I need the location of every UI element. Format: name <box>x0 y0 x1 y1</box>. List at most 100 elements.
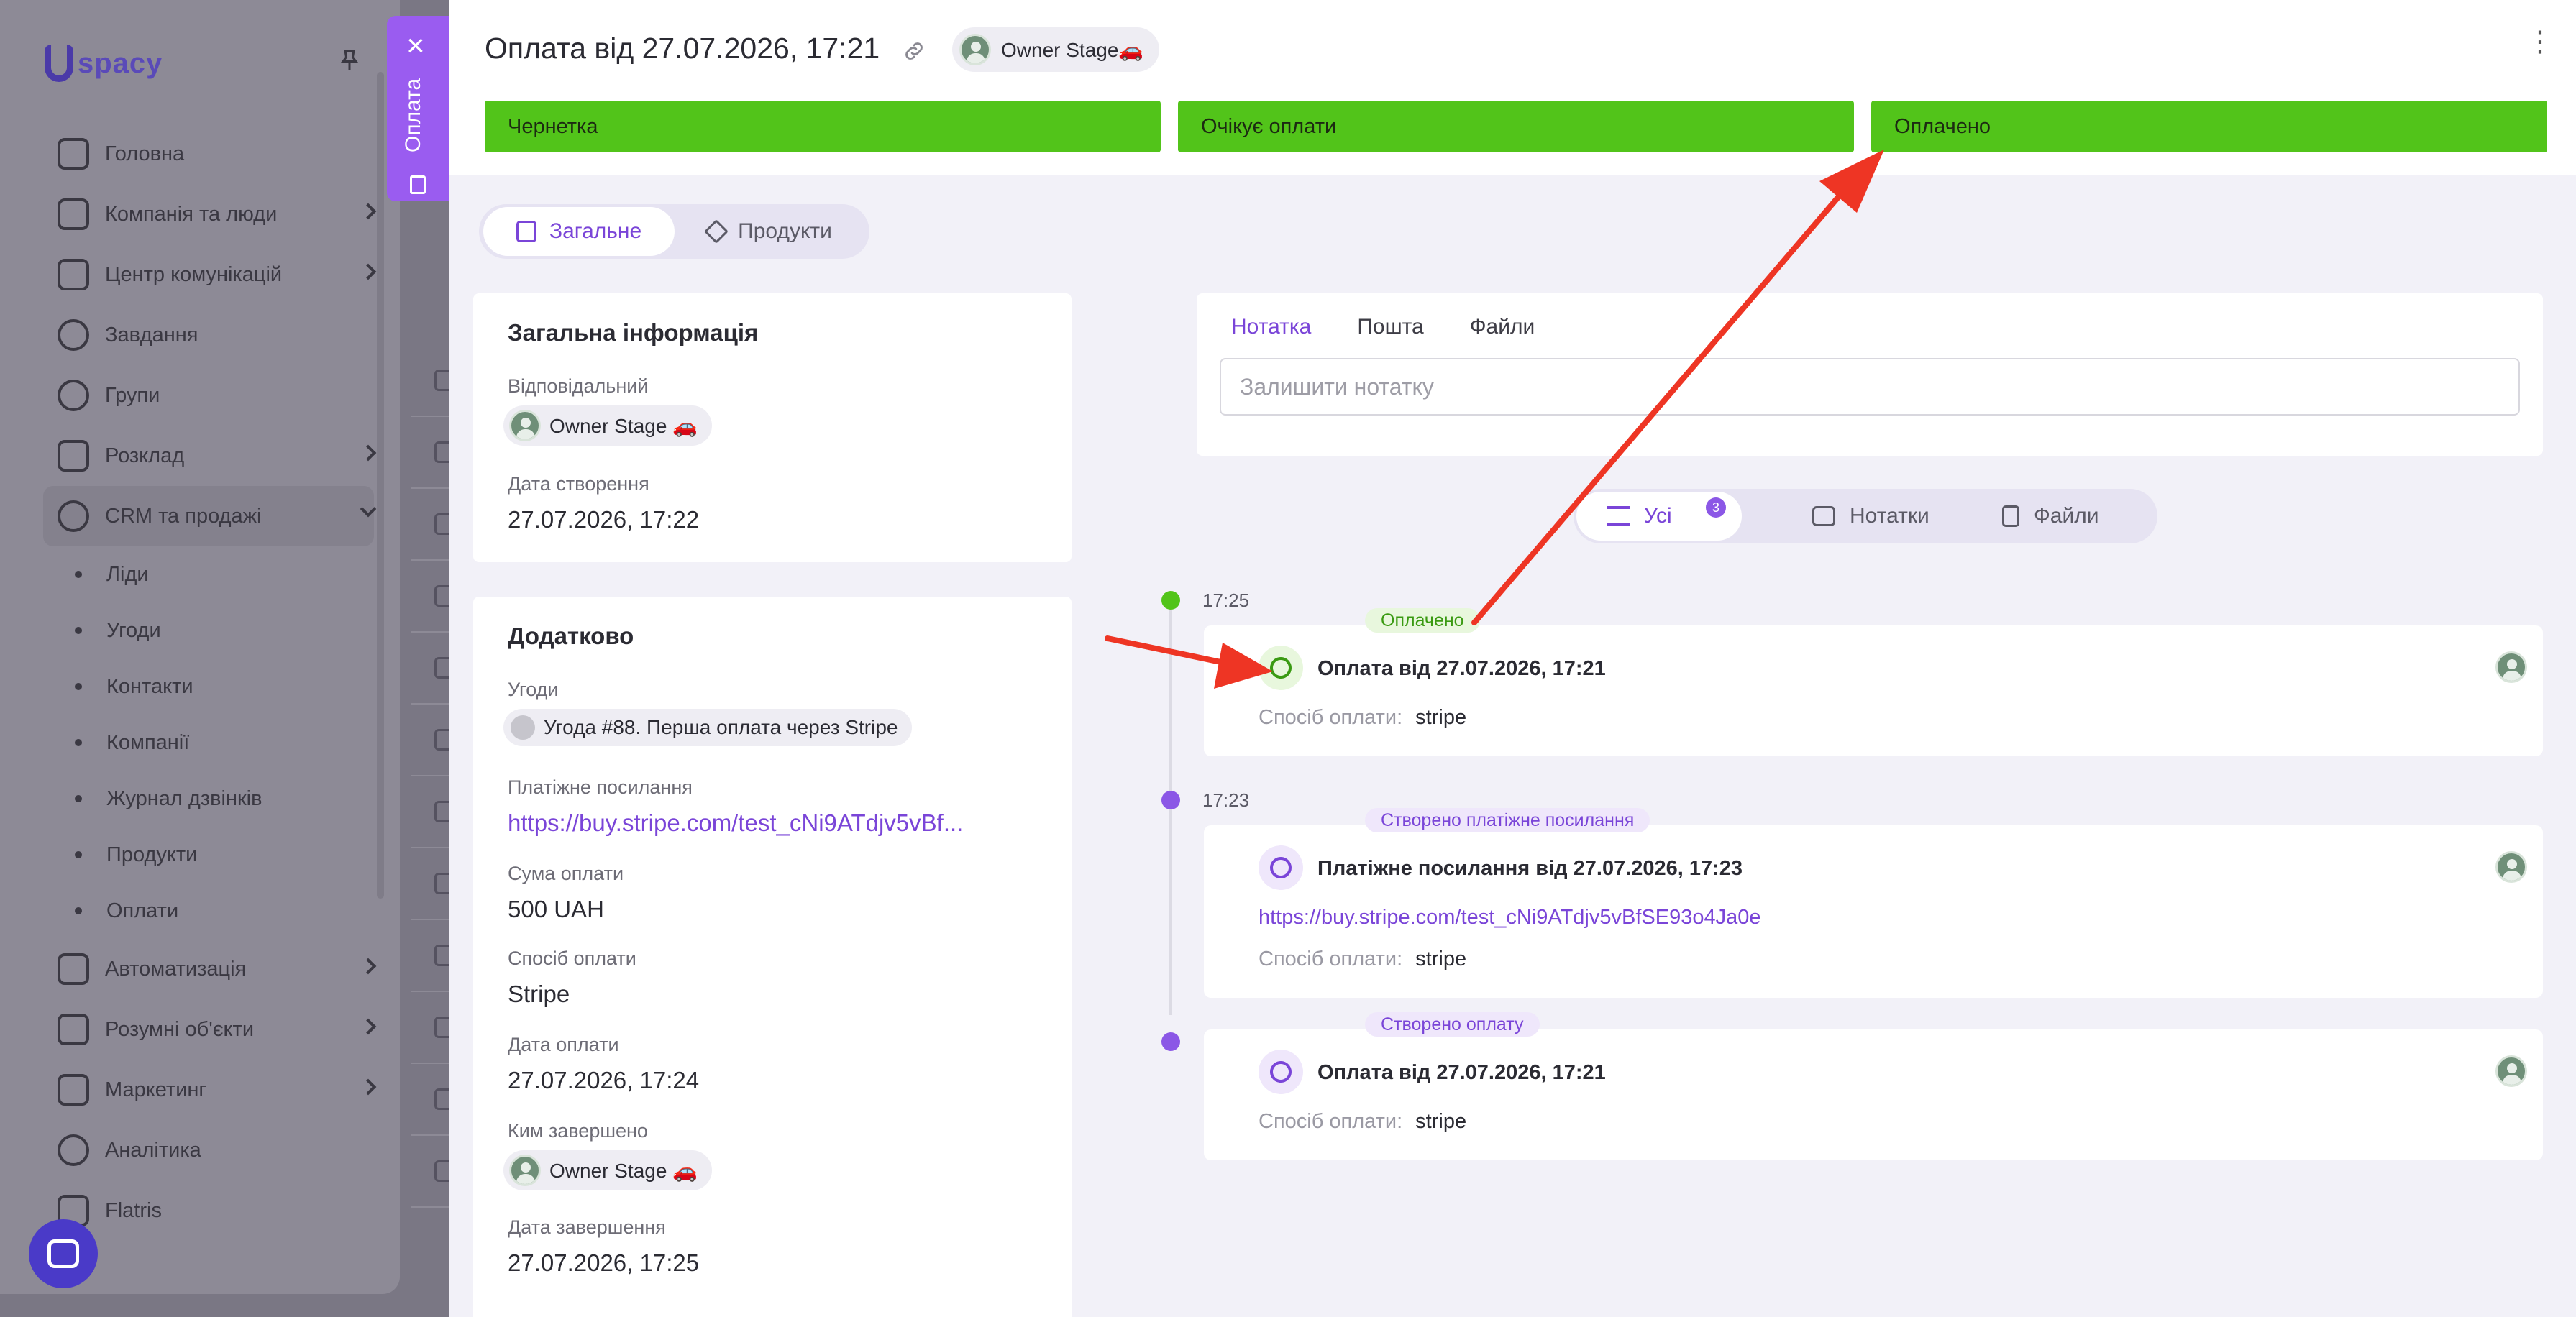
sidebar-item-tasks[interactable]: Завдання <box>43 305 374 365</box>
composer-tab-note[interactable]: Нотатка <box>1231 315 1311 339</box>
sidebar-sub-payments[interactable]: Оплати <box>43 883 374 939</box>
stage-label: Чернетка <box>508 114 598 138</box>
sidebar-item-automation[interactable]: Автоматизація <box>43 939 377 999</box>
stage-label: Очікує оплати <box>1201 114 1337 138</box>
bullet-icon <box>75 571 82 578</box>
owner-chip[interactable]: Owner Stage🚗 <box>952 27 1160 72</box>
sidebar-item-company[interactable]: Компанія та люди <box>43 184 377 244</box>
created-date: 27.07.2026, 17:22 <box>508 506 700 533</box>
coin-ring <box>1270 657 1292 679</box>
extra-info-card: Додатково Угоди Угода #88. Перша оплата … <box>473 597 1072 1317</box>
close-icon[interactable]: × <box>406 30 425 62</box>
page-title: Оплата від 27.07.2026, 17:21 <box>485 32 880 65</box>
sidebar-item-communications[interactable]: Центр комунікацій <box>43 244 377 305</box>
sidebar-sub-label: Угоди <box>106 618 161 642</box>
sidebar-sub-label: Компанії <box>106 730 190 754</box>
sidebar-item-groups[interactable]: Групи <box>43 365 374 426</box>
sidebar-scrollbar[interactable] <box>377 72 384 899</box>
stage-draft[interactable]: Чернетка <box>485 101 1161 152</box>
composer-tab-email[interactable]: Пошта <box>1357 315 1423 339</box>
stage-bar: Чернетка Очікує оплати Оплачено <box>485 101 2547 152</box>
sidebar-item-analytics[interactable]: Аналітика <box>43 1120 374 1180</box>
sidebar-nav: Головна Компанія та люди Центр комунікац… <box>43 124 377 1241</box>
sidebar-item-label: Групи <box>105 383 160 407</box>
side-drawer-tab-label: Оплата <box>401 78 425 152</box>
timeline-event-payment-link[interactable]: Створено платіжне посилання Платіжне пос… <box>1204 808 2543 998</box>
responsible-name: Owner Stage 🚗 <box>549 414 698 437</box>
event-title: Платіжне посилання від 27.07.2026, 17:23 <box>1317 857 1743 880</box>
tab-products[interactable]: Продукти <box>675 207 865 256</box>
sidebar-item-crm[interactable]: CRM та продажі <box>43 486 377 546</box>
field-label: Спосіб оплати: <box>1259 1110 1403 1133</box>
document-icon <box>410 175 426 194</box>
completed-by-name: Owner Stage 🚗 <box>549 1159 698 1182</box>
composer-tabs: Нотатка Пошта Файли <box>1231 315 1535 339</box>
avatar <box>959 34 991 65</box>
sidebar-item-schedule[interactable]: Розклад <box>43 426 377 486</box>
sidebar-item-marketing[interactable]: Маркетинг <box>43 1060 377 1120</box>
stage-paid[interactable]: Оплачено <box>1871 101 2547 152</box>
field-label: Спосіб оплати: <box>1259 706 1403 729</box>
more-menu-icon[interactable]: ⋮ <box>2526 27 2554 56</box>
tab-general[interactable]: Загальне <box>483 207 675 256</box>
table-row <box>411 776 455 848</box>
bullet-icon <box>75 795 82 802</box>
sidebar-sub-label: Продукти <box>106 843 198 866</box>
timeline-event-paid[interactable]: Оплачено Оплата від 27.07.2026, 17:21 Сп… <box>1204 608 2543 756</box>
sidebar-sub-contacts[interactable]: Контакти <box>43 658 374 715</box>
note-input[interactable] <box>1220 358 2520 416</box>
tab-label: Продукти <box>738 219 832 243</box>
filter-label: Файли <box>2034 504 2099 528</box>
field-label: Спосіб оплати <box>508 947 636 969</box>
deal-chip[interactable]: Угода #88. Перша оплата через Stripe <box>503 709 913 746</box>
sidebar-item-label: Аналітика <box>105 1138 201 1162</box>
sidebar-item-home[interactable]: Головна <box>43 124 374 184</box>
note-composer: Нотатка Пошта Файли <box>1197 293 2543 456</box>
responsible-chip[interactable]: Owner Stage 🚗 <box>503 405 713 446</box>
filter-all[interactable]: Усі 3 <box>1576 492 1742 541</box>
filter-notes[interactable]: Нотатки <box>1782 492 1960 541</box>
payment-method: Stripe <box>508 981 570 1007</box>
chart-icon <box>58 1134 89 1166</box>
support-chat-button[interactable] <box>29 1219 98 1288</box>
document-icon <box>516 221 536 242</box>
sidebar-sub-leads[interactable]: Ліди <box>43 546 374 602</box>
table-row <box>411 992 455 1064</box>
field-label: Відповідальний <box>508 375 649 397</box>
completed-by-chip[interactable]: Owner Stage 🚗 <box>503 1150 713 1190</box>
payment-drawer: Оплата від 27.07.2026, 17:21 Owner Stage… <box>449 0 2576 1317</box>
table-row <box>411 848 455 920</box>
link-ring <box>1270 857 1292 878</box>
status-badge: Створено платіжне посилання <box>1365 808 1650 832</box>
chevron-right-icon <box>360 444 377 462</box>
sidebar-item-label: Розумні об'єкти <box>105 1017 255 1041</box>
pin-icon[interactable] <box>337 47 362 73</box>
payment-coins-icon <box>1259 646 1303 690</box>
file-icon <box>2002 505 2019 527</box>
sidebar-sub-companies[interactable]: Компанії <box>43 715 374 771</box>
copy-link-icon[interactable] <box>902 39 926 63</box>
completed-date: 27.07.2026, 17:25 <box>508 1249 700 1276</box>
comment-icon <box>1812 506 1835 526</box>
sidebar-sub-products[interactable]: Продукти <box>43 827 374 883</box>
sidebar-item-flatris[interactable]: Flatris <box>43 1180 374 1241</box>
event-method-row: Спосіб оплати: stripe <box>1259 706 1466 730</box>
sidebar-sub-deals[interactable]: Угоди <box>43 602 374 658</box>
sidebar-sub-calls[interactable]: Журнал дзвінків <box>43 771 374 827</box>
sidebar-item-label: Автоматизація <box>105 957 247 981</box>
filter-files[interactable]: Файли <box>1972 492 2129 541</box>
avatar <box>2495 851 2527 883</box>
sidebar-item-smart-objects[interactable]: Розумні об'єкти <box>43 999 377 1060</box>
bullet-icon <box>75 683 82 690</box>
stage-label: Оплачено <box>1894 114 1991 138</box>
brand-name: spacy <box>78 47 163 79</box>
timeline-event-created[interactable]: Створено оплату Оплата від 27.07.2026, 1… <box>1204 1012 2543 1160</box>
coin-ring <box>1270 1061 1292 1083</box>
table-row <box>411 561 455 633</box>
stage-awaiting-payment[interactable]: Очікує оплати <box>1178 101 1854 152</box>
side-drawer-tab[interactable]: × Оплата <box>387 16 449 201</box>
payment-link[interactable]: https://buy.stripe.com/test_cNi9ATdjv5vB… <box>508 809 963 837</box>
status-badge: Створено оплату <box>1365 1012 1540 1037</box>
composer-tab-files[interactable]: Файли <box>1470 315 1535 339</box>
payment-link[interactable]: https://buy.stripe.com/test_cNi9ATdjv5vB… <box>1259 906 1761 930</box>
